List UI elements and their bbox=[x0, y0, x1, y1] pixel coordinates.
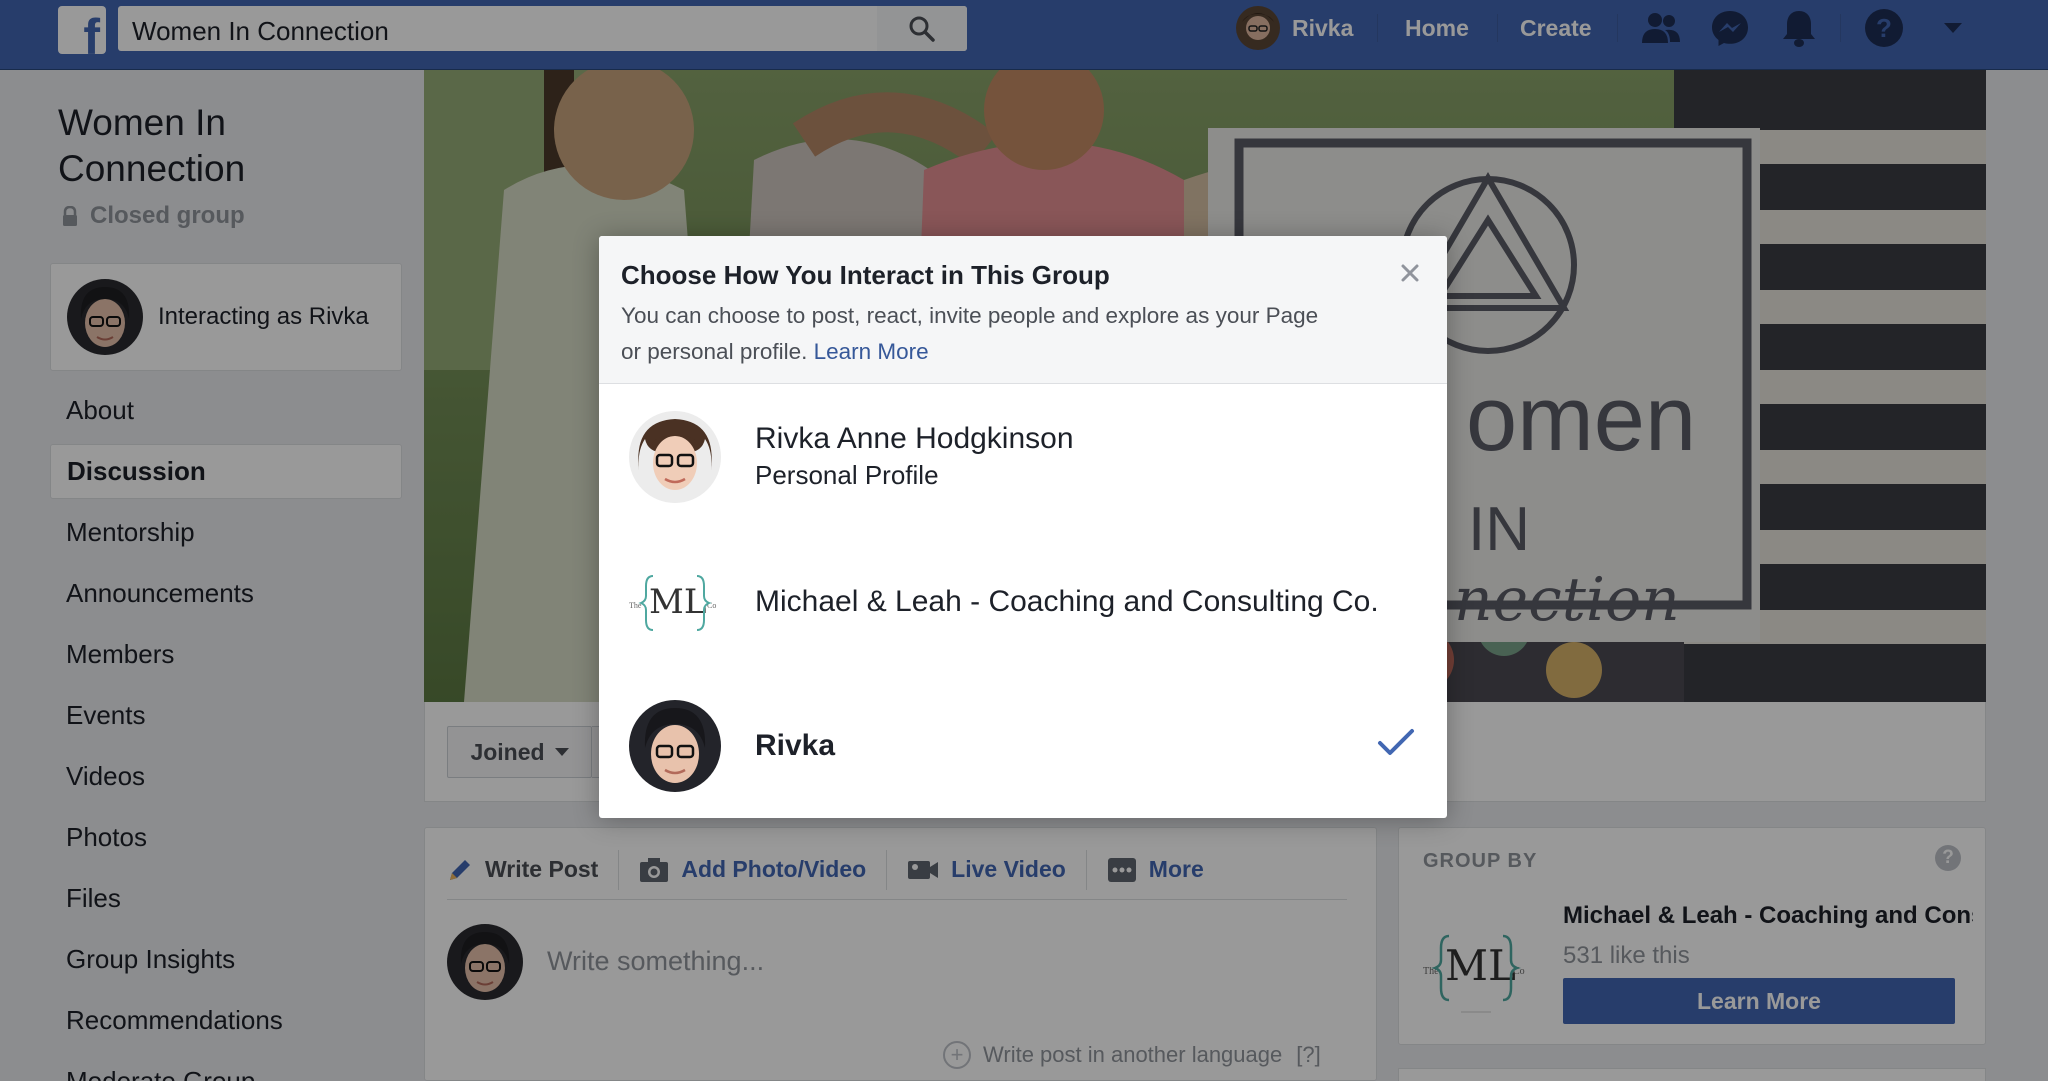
option-name: Rivka Anne Hodgkinson bbox=[755, 422, 1074, 455]
close-button[interactable] bbox=[1395, 258, 1425, 288]
dialog-description: You can choose to post, react, invite pe… bbox=[621, 298, 1341, 370]
option-name: Rivka bbox=[755, 728, 836, 762]
page-logo: The ML Co bbox=[629, 555, 721, 648]
description-text: You can choose to post, react, invite pe… bbox=[621, 303, 1319, 364]
option-subtitle: Personal Profile bbox=[755, 460, 939, 490]
option-text: Michael & Leah - Coaching and Consulting… bbox=[755, 585, 1379, 619]
identity-option-page[interactable]: The ML Co Michael & Leah - Coaching and … bbox=[599, 529, 1447, 674]
dialog-header: Choose How You Interact in This Group Yo… bbox=[599, 236, 1447, 384]
selected-check-icon bbox=[1377, 728, 1415, 763]
option-text: Rivka Anne Hodgkinson Personal Profile bbox=[755, 422, 1074, 491]
identity-option-rivka[interactable]: Rivka bbox=[599, 673, 1447, 818]
avatar bbox=[629, 699, 721, 792]
option-text: Rivka bbox=[755, 729, 835, 763]
dialog-title: Choose How You Interact in This Group bbox=[621, 260, 1110, 290]
logo-text: ML bbox=[649, 582, 706, 622]
identity-option-personal-profile[interactable]: Rivka Anne Hodgkinson Personal Profile bbox=[599, 384, 1447, 529]
choose-identity-dialog: Choose How You Interact in This Group Yo… bbox=[599, 236, 1447, 818]
avatar bbox=[629, 410, 721, 503]
close-icon bbox=[1401, 264, 1419, 282]
learn-more-link[interactable]: Learn More bbox=[814, 339, 929, 364]
option-name: Michael & Leah - Coaching and Consulting… bbox=[755, 584, 1379, 618]
